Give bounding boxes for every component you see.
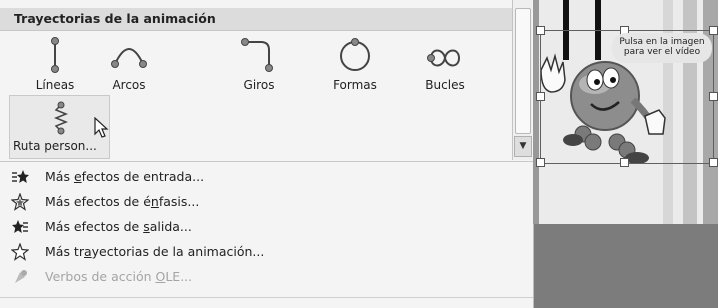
emphasis-effect-icon xyxy=(11,193,29,211)
exit-effect-icon xyxy=(12,220,28,233)
mouse-pointer-icon xyxy=(94,117,109,138)
gallery-header-title: Trayectorias de la animación xyxy=(14,11,216,26)
entrance-effect-icon xyxy=(12,170,29,183)
gallery-item-label: Arcos xyxy=(112,78,146,92)
loop-path-icon xyxy=(427,49,461,67)
gallery-item-label: Líneas xyxy=(35,78,75,92)
menu-item-more-emphasis-effects[interactable]: Más efectos de énfasis... xyxy=(0,189,533,214)
gallery-header: Trayectorias de la animación xyxy=(0,8,512,31)
gallery-item-label: Bucles xyxy=(425,78,465,92)
resize-handle[interactable] xyxy=(709,26,718,35)
animation-paths-dropdown: Trayectorias de la animación Líneas Arco… xyxy=(0,0,534,308)
menu-item-more-entrance-effects[interactable]: Más efectos de entrada... xyxy=(0,164,533,189)
gallery-more-button[interactable]: ▼ xyxy=(514,136,532,157)
resize-handle[interactable] xyxy=(620,158,629,167)
tooltip-line: para ver el vídeo xyxy=(623,47,701,57)
menu-item-label: Verbos de acción OLE... xyxy=(45,269,193,284)
turn-path-icon xyxy=(241,38,273,72)
gallery-item-label: Ruta person... xyxy=(13,139,97,153)
gallery-item-label: Formas xyxy=(333,78,377,92)
resize-handle[interactable] xyxy=(536,26,545,35)
menu-item-more-motion-paths[interactable]: Más trayectorias de la animación... xyxy=(0,239,533,264)
video-tooltip[interactable]: Pulsa en la imagen para ver el vídeo xyxy=(612,33,712,63)
menu-item-label: Más efectos de énfasis... xyxy=(45,194,200,209)
ole-verbs-icon xyxy=(15,270,27,283)
divider xyxy=(0,297,533,298)
menu-item-label: Más trayectorias de la animación... xyxy=(45,244,265,259)
resize-handle[interactable] xyxy=(536,92,545,101)
menu-item-ole-action-verbs: Verbos de acción OLE... xyxy=(0,264,533,289)
resize-handle[interactable] xyxy=(536,158,545,167)
gallery-scrollbar[interactable]: ▼ xyxy=(512,0,532,160)
scrollbar-thumb[interactable] xyxy=(515,8,531,134)
gallery-item-custom-path[interactable]: Ruta person... xyxy=(9,95,110,159)
resize-handle[interactable] xyxy=(709,158,718,167)
resize-handle[interactable] xyxy=(709,92,718,101)
line-path-icon xyxy=(51,37,59,73)
gallery-item-label: Giros xyxy=(243,78,275,92)
arc-path-icon xyxy=(111,48,147,68)
gallery-item-lines[interactable]: Líneas xyxy=(20,36,90,92)
shape-path-icon xyxy=(340,38,370,71)
tooltip-line: Pulsa en la imagen xyxy=(619,37,705,47)
gallery-item-arcs[interactable]: Arcos xyxy=(94,36,164,92)
gallery-item-loops[interactable]: Bucles xyxy=(410,36,480,92)
menu-item-more-exit-effects[interactable]: Más efectos de salida... xyxy=(0,214,533,239)
gallery-item-turns[interactable]: Giros xyxy=(224,36,294,92)
menu-item-label: Más efectos de entrada... xyxy=(45,169,205,184)
gallery-item-shapes[interactable]: Formas xyxy=(320,36,390,92)
effects-menu: Más efectos de entrada... Más efectos de… xyxy=(0,164,533,289)
custom-path-icon xyxy=(53,101,69,135)
menu-item-label: Más efectos de salida... xyxy=(45,219,192,234)
divider xyxy=(0,161,533,162)
motion-path-icon xyxy=(11,243,29,261)
